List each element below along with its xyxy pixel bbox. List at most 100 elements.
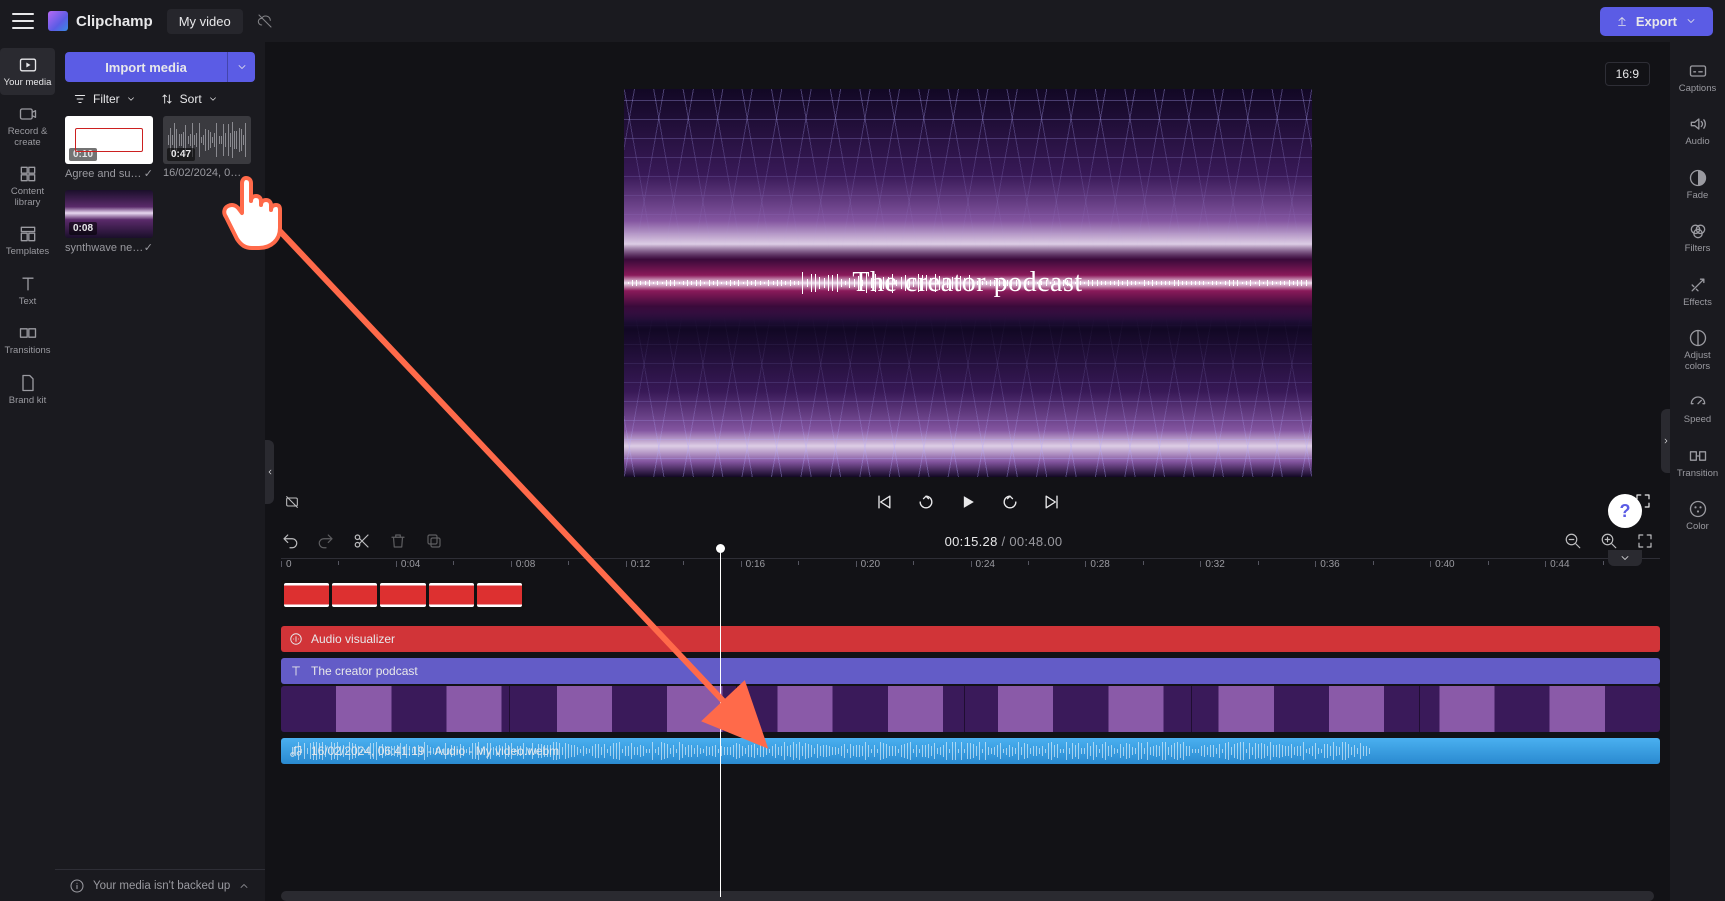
media-icon [18,55,38,75]
play-button[interactable] [958,492,978,512]
sort-button[interactable]: Sort [160,92,218,106]
rail-your-media[interactable]: Your media [0,48,55,95]
chevron-down-icon [236,61,248,73]
rail-label: Record & create [8,127,48,148]
timeline-ruler[interactable]: 00:040:080:120:160:200:240:280:320:360:4… [281,558,1660,578]
media-item-recording[interactable]: 0:47 16/02/2024, 0… [163,116,251,180]
rail-adjust-colors[interactable]: Adjust colors [1670,319,1725,381]
info-icon [69,878,85,894]
menu-button[interactable] [12,13,34,29]
preview-area: 16:9 The creator podcast ? [265,42,1670,524]
rail-brand[interactable]: Brand kit [0,366,55,413]
used-check-icon: ✓ [144,167,153,180]
rail-text[interactable]: Text [0,267,55,314]
chevron-up-icon [238,880,250,892]
media-item-agree[interactable]: 0:10 Agree and su…✓ [65,116,153,180]
collapse-right-panel[interactable] [1661,409,1670,473]
rail-audio[interactable]: Audio [1670,105,1725,156]
project-title[interactable]: My video [167,9,243,34]
filter-button[interactable]: Filter [73,92,136,106]
left-rail: Your media Record & create Content libra… [0,42,55,901]
media-panel: Import media Filter Sort 0:10 Agree and … [55,42,265,901]
track-text[interactable]: The creator podcast [281,658,1660,684]
video-preview[interactable]: The creator podcast [624,89,1312,477]
media-duration: 0:10 [69,148,97,161]
import-media-button[interactable]: Import media [65,52,255,82]
sort-icon [160,92,174,106]
duplicate-button[interactable] [425,532,443,550]
color-icon [1688,499,1708,519]
rail-label: Transitions [4,346,50,356]
audio-icon [1688,114,1708,134]
timeline-time: 00:15.28 / 00:48.00 [945,534,1063,549]
rail-record[interactable]: Record & create [0,97,55,155]
media-grid: 0:10 Agree and su…✓ 0:47 16/02/2024, 0… … [65,116,255,262]
preview-settings-icon[interactable] [283,494,301,510]
backup-warning[interactable]: Your media isn't backed up [55,869,265,901]
delete-button[interactable] [389,532,407,550]
media-item-synthwave[interactable]: 0:08 synthwave ne…✓ [65,190,153,254]
adjust-icon [1688,328,1708,348]
filter-icon [73,92,87,106]
used-check-icon: ✓ [144,241,153,254]
rail-speed[interactable]: Speed [1670,383,1725,434]
zoom-out-button[interactable] [1564,532,1582,550]
rail-templates[interactable]: Templates [0,217,55,264]
captions-icon [1688,61,1708,81]
rail-captions[interactable]: Captions [1670,52,1725,103]
media-name: Agree and su… [65,168,141,180]
zoom-fit-button[interactable] [1636,532,1654,550]
rail-label: Content library [11,187,44,208]
effects-icon [1688,275,1708,295]
track-audio-visualizer[interactable]: Audio visualizer [281,626,1660,652]
rewind-button[interactable] [916,492,936,512]
backup-label: Your media isn't backed up [93,880,230,892]
split-button[interactable] [353,532,371,550]
collapse-media-panel[interactable] [265,440,274,504]
rail-library[interactable]: Content library [0,157,55,215]
main-area: Your media Record & create Content libra… [0,42,1725,901]
media-duration: 0:47 [167,148,195,161]
skip-back-button[interactable] [874,492,894,512]
center-area: 16:9 The creator podcast ? [265,42,1670,901]
media-name: 16/02/2024, 0… [163,167,241,179]
track-clip-overlay[interactable] [281,580,525,610]
fade-icon [1688,168,1708,188]
rail-filters[interactable]: Filters [1670,212,1725,263]
timeline-scrollbar[interactable] [281,891,1654,901]
import-label[interactable]: Import media [65,52,227,82]
playhead[interactable] [720,548,721,897]
import-dropdown[interactable] [227,52,255,82]
expand-timeline-button[interactable] [1608,550,1642,566]
total-time: 00:48.00 [1009,534,1062,549]
speed-icon [1688,392,1708,412]
rail-transition[interactable]: Transition [1670,437,1725,488]
timeline-tracks[interactable]: Audio visualizer The creator podcast 16/… [281,578,1660,887]
rail-label: Brand kit [9,396,47,406]
forward-button[interactable] [1000,492,1020,512]
text-icon [289,664,303,678]
help-button[interactable]: ? [1608,494,1642,528]
rail-transitions[interactable]: Transitions [0,316,55,363]
app-logo: Clipchamp [48,11,153,31]
skip-forward-button[interactable] [1042,492,1062,512]
rail-label: Templates [6,247,49,257]
track-audio[interactable]: 16/02/2024, 06:41:19 - Audio - My video.… [281,738,1660,764]
export-button[interactable]: Export [1600,7,1713,36]
undo-button[interactable] [281,532,299,550]
chevron-down-icon [1685,15,1697,27]
media-duration: 0:08 [69,222,97,235]
zoom-in-button[interactable] [1600,532,1618,550]
redo-button[interactable] [317,532,335,550]
media-name: synthwave ne… [65,242,143,254]
rail-color[interactable]: Color [1670,490,1725,541]
chevron-down-icon [126,94,136,104]
rail-effects[interactable]: Effects [1670,266,1725,317]
playback-controls [874,492,1062,512]
aspect-ratio-button[interactable]: 16:9 [1605,62,1650,86]
brand-icon [18,373,38,393]
track-video[interactable] [281,686,1660,732]
rail-fade[interactable]: Fade [1670,159,1725,210]
cloud-off-icon [257,13,273,29]
clipchamp-icon [48,11,68,31]
